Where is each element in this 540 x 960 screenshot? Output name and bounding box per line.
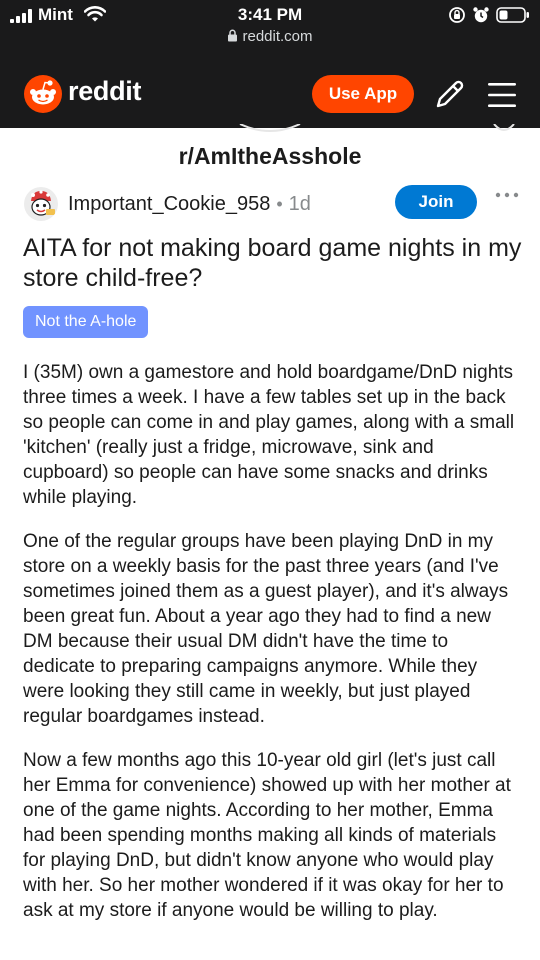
post-age: 1d (288, 193, 311, 215)
post-flair[interactable]: Not the A-hole (23, 306, 149, 338)
battery-icon (496, 7, 529, 23)
author-name[interactable]: Important_Cookie_958 (68, 193, 270, 215)
status-bar: Mint 3:41 PM (0, 0, 540, 30)
post-paragraph: I (35M) own a gamestore and hold boardga… (23, 362, 515, 508)
pencil-icon[interactable] (432, 79, 466, 111)
orientation-lock-icon (449, 7, 465, 23)
post-body: I (35M) own a gamestore and hold boardga… (23, 360, 519, 942)
author-avatar[interactable] (24, 187, 58, 221)
alarm-icon (473, 7, 489, 23)
meta-separator: • (276, 194, 283, 214)
avatar-image-icon (24, 187, 58, 221)
post-meta: Important_Cookie_958 • 1d (68, 193, 311, 216)
post-paragraph: Now a few months ago this 10-year old gi… (23, 750, 511, 921)
reddit-header: reddit Use App (0, 60, 540, 128)
more-options-icon[interactable] (494, 190, 520, 200)
use-app-button[interactable]: Use App (312, 75, 414, 113)
post-paragraph: One of the regular groups have been play… (23, 531, 509, 727)
hamburger-menu-icon[interactable] (486, 81, 518, 109)
url-bar[interactable]: reddit.com (0, 28, 540, 50)
browser-chrome: Mint 3:41 PM reddit.com reddit Use App (0, 0, 540, 128)
lock-icon (228, 29, 238, 42)
subreddit-name[interactable]: r/AmItheAsshole (0, 143, 540, 170)
url-domain: reddit.com (242, 28, 313, 45)
status-icons (448, 6, 530, 24)
reddit-wordmark[interactable]: reddit (68, 76, 142, 107)
banner-edge-decoration (239, 124, 301, 132)
join-button[interactable]: Join (395, 185, 477, 219)
banner-edge-decoration-2 (493, 124, 515, 131)
post-title[interactable]: AITA for not making board game nights in… (23, 233, 523, 293)
reddit-snoo-icon[interactable] (24, 75, 62, 113)
